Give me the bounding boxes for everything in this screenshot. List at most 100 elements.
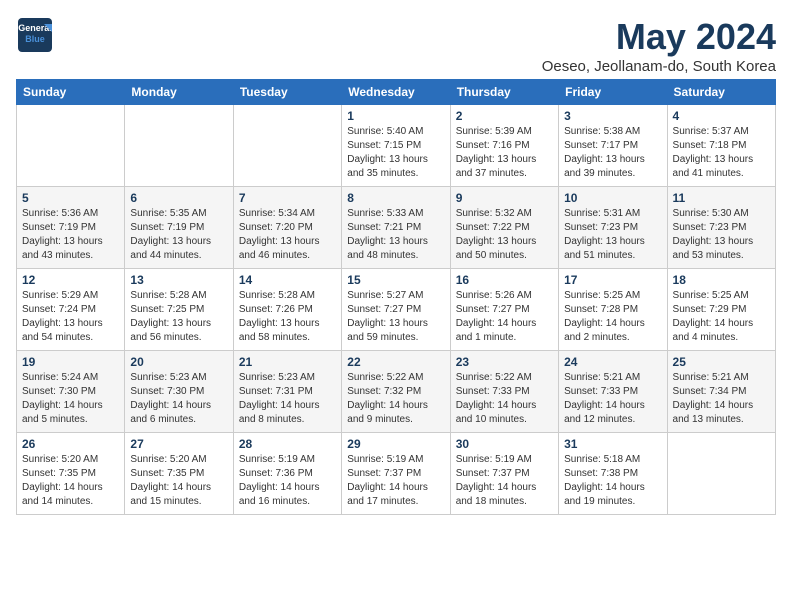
day-number: 7	[239, 191, 336, 205]
day-number: 16	[456, 273, 553, 287]
day-number: 13	[130, 273, 227, 287]
calendar-cell: 12 Sunrise: 5:29 AM Sunset: 7:24 PM Dayli…	[17, 269, 125, 351]
day-number: 4	[673, 109, 770, 123]
logo: General Blue	[16, 16, 54, 54]
day-number: 28	[239, 437, 336, 451]
calendar-cell: 21Sunrise: 5:23 AM Sunset: 7:31 PM Dayli…	[233, 351, 341, 433]
day-info: Sunrise: 5:25 AM Sunset: 7:28 PM Dayligh…	[564, 289, 661, 345]
day-info: Sunrise: 5:18 AM Sunset: 7:38 PM Dayligh…	[564, 453, 661, 509]
day-info: Sunrise: 5:22 AM Sunset: 7:32 PM Dayligh…	[347, 371, 444, 427]
day-info: Sunrise: 5:21 AM Sunset: 7:34 PM Dayligh…	[673, 371, 770, 427]
header-row: Sunday Monday Tuesday Wednesday Thursday…	[17, 80, 776, 105]
day-info: Sunrise: 5:20 AM Sunset: 7:35 PM Dayligh…	[22, 453, 119, 509]
day-info: Sunrise: 5:28 AM Sunset: 7:26 PM Dayligh…	[239, 289, 336, 345]
day-number: 1	[347, 109, 444, 123]
calendar-cell: 19Sunrise: 5:24 AM Sunset: 7:30 PM Dayli…	[17, 351, 125, 433]
calendar-cell: 30Sunrise: 5:19 AM Sunset: 7:37 PM Dayli…	[450, 433, 558, 515]
header-wednesday: Wednesday	[342, 80, 450, 105]
day-info: Sunrise: 5:19 AM Sunset: 7:37 PM Dayligh…	[456, 453, 553, 509]
day-info: Sunrise: 5:19 AM Sunset: 7:37 PM Dayligh…	[347, 453, 444, 509]
day-info: Sunrise: 5:33 AM Sunset: 7:21 PM Dayligh…	[347, 207, 444, 263]
calendar-cell: 17 Sunrise: 5:25 AM Sunset: 7:28 PM Dayli…	[559, 269, 667, 351]
day-info: Sunrise: 5:24 AM Sunset: 7:30 PM Dayligh…	[22, 371, 119, 427]
day-info: Sunrise: 5:35 AM Sunset: 7:19 PM Dayligh…	[130, 207, 227, 263]
header-tuesday: Tuesday	[233, 80, 341, 105]
calendar-cell: 22 Sunrise: 5:22 AM Sunset: 7:32 PM Dayli…	[342, 351, 450, 433]
calendar-title-block: May 2024 Oeseo, Jeollanam-do, South Kore…	[542, 16, 776, 75]
calendar-week-1: 1Sunrise: 5:40 AM Sunset: 7:15 PM Daylig…	[17, 105, 776, 187]
day-number: 9	[456, 191, 553, 205]
day-number: 23	[456, 355, 553, 369]
day-number: 25	[673, 355, 770, 369]
calendar-cell: 14 Sunrise: 5:28 AM Sunset: 7:26 PM Dayli…	[233, 269, 341, 351]
calendar-cell: 6 Sunrise: 5:35 AM Sunset: 7:19 PM Daylig…	[125, 187, 233, 269]
day-info: Sunrise: 5:25 AM Sunset: 7:29 PM Dayligh…	[673, 289, 770, 345]
calendar-cell: 16 Sunrise: 5:26 AM Sunset: 7:27 PM Dayli…	[450, 269, 558, 351]
calendar-cell: 9 Sunrise: 5:32 AM Sunset: 7:22 PM Daylig…	[450, 187, 558, 269]
calendar-cell: 7 Sunrise: 5:34 AM Sunset: 7:20 PM Daylig…	[233, 187, 341, 269]
day-number: 2	[456, 109, 553, 123]
day-number: 5	[22, 191, 119, 205]
logo-icon: General Blue	[16, 16, 54, 54]
day-number: 18	[673, 273, 770, 287]
day-info: Sunrise: 5:31 AM Sunset: 7:23 PM Dayligh…	[564, 207, 661, 263]
day-number: 31	[564, 437, 661, 451]
calendar-cell: 20 Sunrise: 5:23 AM Sunset: 7:30 PM Dayli…	[125, 351, 233, 433]
header-friday: Friday	[559, 80, 667, 105]
day-info: Sunrise: 5:39 AM Sunset: 7:16 PM Dayligh…	[456, 125, 553, 181]
calendar-cell: 24 Sunrise: 5:21 AM Sunset: 7:33 PM Dayli…	[559, 351, 667, 433]
page-header: General Blue May 2024 Oeseo, Jeollanam-d…	[16, 16, 776, 75]
day-number: 21	[239, 355, 336, 369]
header-thursday: Thursday	[450, 80, 558, 105]
day-info: Sunrise: 5:32 AM Sunset: 7:22 PM Dayligh…	[456, 207, 553, 263]
calendar-cell	[667, 433, 775, 515]
day-number: 24	[564, 355, 661, 369]
calendar-cell: 23 Sunrise: 5:22 AM Sunset: 7:33 PM Dayli…	[450, 351, 558, 433]
day-info: Sunrise: 5:37 AM Sunset: 7:18 PM Dayligh…	[673, 125, 770, 181]
calendar-cell: 13 Sunrise: 5:28 AM Sunset: 7:25 PM Dayli…	[125, 269, 233, 351]
header-saturday: Saturday	[667, 80, 775, 105]
calendar-title: May 2024	[542, 16, 776, 58]
calendar-cell: 28 Sunrise: 5:19 AM Sunset: 7:36 PM Dayli…	[233, 433, 341, 515]
day-info: Sunrise: 5:29 AM Sunset: 7:24 PM Dayligh…	[22, 289, 119, 345]
calendar-cell: 4 Sunrise: 5:37 AM Sunset: 7:18 PM Daylig…	[667, 105, 775, 187]
day-info: Sunrise: 5:20 AM Sunset: 7:35 PM Dayligh…	[130, 453, 227, 509]
day-info: Sunrise: 5:34 AM Sunset: 7:20 PM Dayligh…	[239, 207, 336, 263]
calendar-cell: 2 Sunrise: 5:39 AM Sunset: 7:16 PM Daylig…	[450, 105, 558, 187]
calendar-week-3: 12 Sunrise: 5:29 AM Sunset: 7:24 PM Dayli…	[17, 269, 776, 351]
calendar-cell: 31 Sunrise: 5:18 AM Sunset: 7:38 PM Dayli…	[559, 433, 667, 515]
calendar-cell: 25 Sunrise: 5:21 AM Sunset: 7:34 PM Dayli…	[667, 351, 775, 433]
day-info: Sunrise: 5:22 AM Sunset: 7:33 PM Dayligh…	[456, 371, 553, 427]
day-info: Sunrise: 5:23 AM Sunset: 7:30 PM Dayligh…	[130, 371, 227, 427]
day-number: 17	[564, 273, 661, 287]
header-sunday: Sunday	[17, 80, 125, 105]
calendar-cell: 11Sunrise: 5:30 AM Sunset: 7:23 PM Dayli…	[667, 187, 775, 269]
day-number: 15	[347, 273, 444, 287]
calendar-cell: 8Sunrise: 5:33 AM Sunset: 7:21 PM Daylig…	[342, 187, 450, 269]
day-info: Sunrise: 5:21 AM Sunset: 7:33 PM Dayligh…	[564, 371, 661, 427]
day-number: 20	[130, 355, 227, 369]
day-number: 3	[564, 109, 661, 123]
day-info: Sunrise: 5:38 AM Sunset: 7:17 PM Dayligh…	[564, 125, 661, 181]
day-info: Sunrise: 5:19 AM Sunset: 7:36 PM Dayligh…	[239, 453, 336, 509]
day-number: 11	[673, 191, 770, 205]
calendar-week-4: 19Sunrise: 5:24 AM Sunset: 7:30 PM Dayli…	[17, 351, 776, 433]
calendar-cell: 26Sunrise: 5:20 AM Sunset: 7:35 PM Dayli…	[17, 433, 125, 515]
day-number: 27	[130, 437, 227, 451]
calendar-table: Sunday Monday Tuesday Wednesday Thursday…	[16, 79, 776, 515]
calendar-cell: 5 Sunrise: 5:36 AM Sunset: 7:19 PM Daylig…	[17, 187, 125, 269]
calendar-cell: 27 Sunrise: 5:20 AM Sunset: 7:35 PM Dayli…	[125, 433, 233, 515]
day-number: 22	[347, 355, 444, 369]
day-number: 6	[130, 191, 227, 205]
day-info: Sunrise: 5:26 AM Sunset: 7:27 PM Dayligh…	[456, 289, 553, 345]
calendar-cell: 1Sunrise: 5:40 AM Sunset: 7:15 PM Daylig…	[342, 105, 450, 187]
svg-text:Blue: Blue	[25, 34, 45, 44]
day-number: 14	[239, 273, 336, 287]
day-number: 29	[347, 437, 444, 451]
calendar-week-5: 26Sunrise: 5:20 AM Sunset: 7:35 PM Dayli…	[17, 433, 776, 515]
day-number: 12	[22, 273, 119, 287]
day-number: 10	[564, 191, 661, 205]
day-info: Sunrise: 5:36 AM Sunset: 7:19 PM Dayligh…	[22, 207, 119, 263]
calendar-cell: 10 Sunrise: 5:31 AM Sunset: 7:23 PM Dayli…	[559, 187, 667, 269]
day-info: Sunrise: 5:28 AM Sunset: 7:25 PM Dayligh…	[130, 289, 227, 345]
